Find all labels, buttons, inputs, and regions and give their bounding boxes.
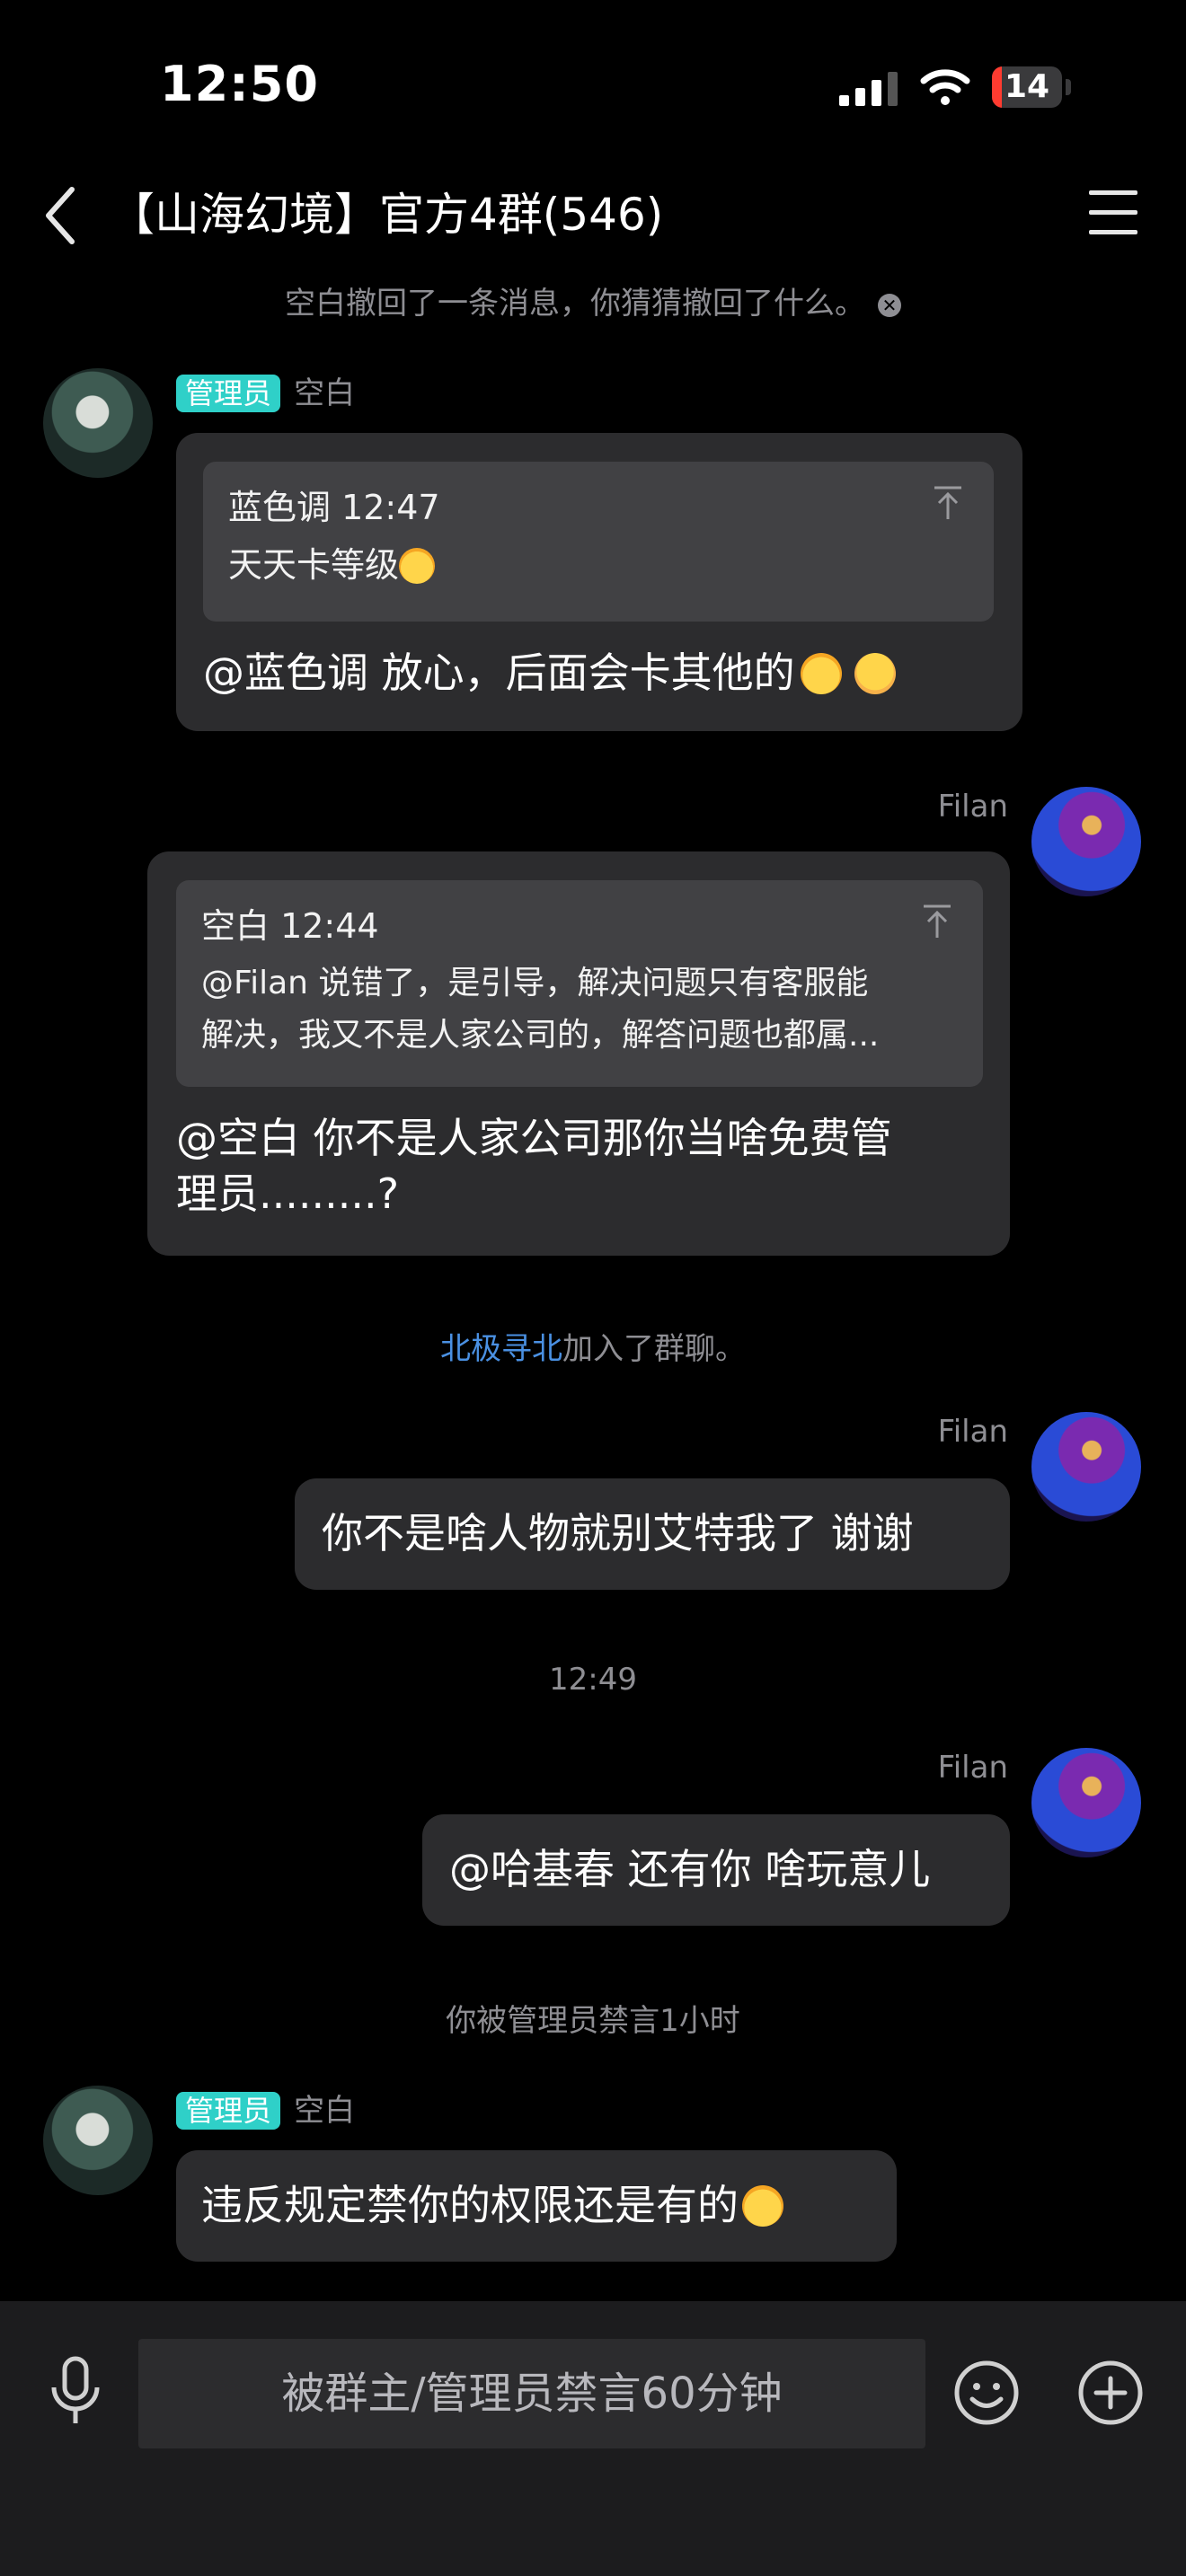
pin-top-icon[interactable] xyxy=(922,904,952,940)
timestamp: 12:49 xyxy=(549,1662,637,1698)
message-text-row: @蓝色调 放心，后面会卡其他的 xyxy=(203,645,896,701)
message-input[interactable]: 被群主/管理员禁言60分钟 xyxy=(138,2339,925,2448)
sender-name: 空白 xyxy=(294,375,356,411)
quoted-message[interactable]: 空白 12:44 @Filan 说错了，是引导，解决问题只有客服能 解决，我又不… xyxy=(176,880,983,1087)
avatar[interactable] xyxy=(1031,787,1141,896)
avatar[interactable] xyxy=(1031,1412,1141,1522)
sender-row: 管理员 空白 xyxy=(176,368,355,412)
sender-name: 空白 xyxy=(294,2093,356,2129)
quote-line: @Filan 说错了，是引导，解决问题只有客服能 xyxy=(201,965,869,1001)
hugging-face-emoji-icon xyxy=(854,653,896,694)
message-bubble[interactable]: 你不是啥人物就别艾特我了 谢谢 xyxy=(295,1478,1010,1590)
join-notice: 北极寻北加入了群聊。 xyxy=(0,1324,1186,1368)
battery-cap xyxy=(1066,79,1071,95)
quoted-message[interactable]: 蓝色调 12:47 天天卡等级 xyxy=(203,462,994,622)
message-bubble[interactable]: @哈基春 还有你 啥玩意儿 xyxy=(422,1814,1010,1926)
avatar[interactable] xyxy=(43,368,153,478)
battery-icon: 14 xyxy=(992,66,1062,108)
avatar[interactable] xyxy=(1031,1748,1141,1857)
menu-icon[interactable] xyxy=(1089,190,1137,237)
pleading-face-emoji-icon xyxy=(399,548,436,584)
signal-icon xyxy=(839,72,898,106)
join-suffix: 加入了群聊。 xyxy=(562,1331,746,1367)
admin-badge: 管理员 xyxy=(176,375,281,412)
face-emoji-icon xyxy=(742,2185,783,2227)
quote-body: @Filan 说错了，是引导，解决问题只有客服能 解决，我又不是人家公司的，解答… xyxy=(201,957,879,1062)
pleading-face-emoji-icon xyxy=(800,653,842,694)
mic-icon[interactable] xyxy=(49,2355,102,2427)
avatar[interactable] xyxy=(43,2086,153,2195)
plus-icon[interactable] xyxy=(1076,2359,1145,2427)
message-bubble[interactable]: 蓝色调 12:47 天天卡等级 @蓝色调 放心，后面会卡其他的 xyxy=(176,433,1022,731)
close-icon[interactable]: ✕ xyxy=(878,293,901,317)
wifi-icon xyxy=(920,69,970,105)
message-text: @空白 你不是人家公司那你当啥免费管 理员.........? xyxy=(176,1110,994,1222)
recall-notice-text: 空白撤回了一条消息，你猜猜撤回了什么。 xyxy=(285,286,865,322)
message-text-row: 违反规定禁你的权限还是有的 xyxy=(201,2177,783,2233)
sender-name: Filan xyxy=(937,1414,1008,1450)
pin-top-icon[interactable] xyxy=(933,485,963,521)
message-text: @蓝色调 放心，后面会卡其他的 xyxy=(203,648,795,697)
message-bubble[interactable]: 违反规定禁你的权限还是有的 xyxy=(176,2150,897,2262)
message-line: @空白 你不是人家公司那你当啥免费管 xyxy=(176,1114,892,1162)
mute-notice: 你被管理员禁言1小时 xyxy=(446,2003,740,2039)
battery-level: 14 xyxy=(1004,68,1050,105)
sender-row: 管理员 空白 xyxy=(176,2086,355,2130)
sender-name: Filan xyxy=(937,1750,1008,1786)
status-time: 12:50 xyxy=(160,56,319,112)
quote-line: 解决，我又不是人家公司的，解答问题也都属... xyxy=(201,1017,880,1054)
message-text: @哈基春 还有你 啥玩意儿 xyxy=(449,1845,931,1893)
quote-header: 空白 12:44 xyxy=(201,906,379,946)
message-bubble[interactable]: 空白 12:44 @Filan 说错了，是引导，解决问题只有客服能 解决，我又不… xyxy=(147,851,1010,1256)
quote-text-row: 天天卡等级 xyxy=(228,539,436,591)
message-line: 理员.........? xyxy=(176,1169,400,1218)
user-link[interactable]: 北极寻北 xyxy=(440,1331,562,1367)
sender-name: Filan xyxy=(937,789,1008,825)
smile-icon[interactable] xyxy=(952,2359,1021,2427)
quote-text: 天天卡等级 xyxy=(228,545,400,585)
message-text: 违反规定禁你的权限还是有的 xyxy=(201,2181,739,2229)
message-text: 你不是啥人物就别艾特我了 谢谢 xyxy=(322,1509,914,1557)
admin-badge: 管理员 xyxy=(176,2092,281,2130)
recall-notice: 空白撤回了一条消息，你猜猜撤回了什么。 ✕ xyxy=(0,278,1186,322)
quote-header: 蓝色调 12:47 xyxy=(228,488,440,527)
back-chevron-icon[interactable] xyxy=(40,184,84,247)
chat-title: 【山海幻境】官方4群(546) xyxy=(110,189,664,241)
